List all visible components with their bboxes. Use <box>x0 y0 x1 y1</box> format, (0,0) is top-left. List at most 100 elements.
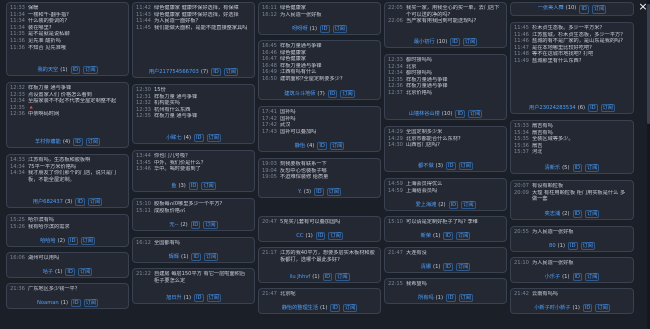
subscribe-tag[interactable]: 订阅 <box>591 5 607 14</box>
username-link[interactable]: Noaman <box>37 300 59 306</box>
id-tag[interactable]: ID <box>446 294 456 303</box>
subscribe-tag[interactable]: 订阅 <box>329 142 345 151</box>
username-link[interactable]: 最小初行 <box>414 39 435 45</box>
id-tag[interactable]: ID <box>188 182 199 191</box>
message-card[interactable]: 17:41 国补吗 17:42 国补吗 17:42 武汉 17:43 国补可以叠加吗 静… <box>258 106 381 152</box>
username-link[interactable]: 哈哈哈 <box>40 238 56 244</box>
subscribe-tag[interactable]: 订阅 <box>328 232 343 241</box>
subscribe-tag[interactable]: 订阅 <box>585 273 600 282</box>
message-card[interactable]: 11:42 绿色健康家 健康环保好选择，有保障 11:43 绿色健康家 健康环保好选… <box>132 2 255 78</box>
id-tag[interactable]: ID <box>322 273 333 282</box>
subscribe-tag[interactable]: 订阅 <box>467 110 483 119</box>
username-link[interactable]: Y. <box>298 189 302 195</box>
username-link[interactable]: liu Jhhvf <box>289 274 310 280</box>
message-card[interactable]: 21:17 江苏的我40平方，想要多层实木板材和胶板都打，选哪个最此多好? liu… <box>258 247 381 283</box>
id-tag[interactable]: ID <box>443 263 453 272</box>
id-tag[interactable]: ID <box>191 253 201 262</box>
id-tag[interactable]: ID <box>317 142 327 151</box>
message-card[interactable]: 14:29 全国定制多少米 14:29 北京市都能合什么东材? 14:30 山西省门店… <box>384 126 507 172</box>
message-card[interactable]: 20:55 为人民造一张好板 80 (1) ID 订阅 <box>510 226 634 252</box>
subscribe-tag[interactable]: 订阅 <box>580 242 595 251</box>
username-link[interactable]: 鱼 <box>171 183 176 189</box>
subscribe-tag[interactable]: 订阅 <box>83 299 99 308</box>
username-link[interactable]: 建筑斗斗地师 <box>284 91 315 97</box>
message-card[interactable]: 21:36 广东地区多少钱一平？ Noaman (1) ID 订阅 <box>6 283 129 309</box>
username-link[interactable]: 所有吗 <box>418 295 434 301</box>
id-tag[interactable]: ID <box>572 164 583 173</box>
subscribe-tag[interactable]: 订阅 <box>458 162 473 171</box>
message-card[interactable]: 11:33 保暖 11:34 一楼和千-翻手指? 11:34 什么装的要调的? 11:… <box>6 2 129 76</box>
id-tag[interactable]: ID <box>320 25 330 34</box>
subscribe-tag[interactable]: 订阅 <box>203 221 218 230</box>
username-link[interactable]: 我的天空 <box>37 67 58 73</box>
message-card[interactable]: 22:05 我买一家，用我全心的买一单，去门店下个可以送的净的吗? 22:06 当产… <box>384 2 507 48</box>
message-card[interactable]: 12:30 15份 12:31 样板力量 通与争锋 12:32 机构能买吗 12:33… <box>132 84 255 144</box>
subscribe-tag[interactable]: 订阅 <box>77 268 93 277</box>
id-tag[interactable]: ID <box>450 38 460 47</box>
username-link[interactable]: 用户682437 <box>33 199 63 205</box>
username-link[interactable]: 清新乐 <box>545 165 561 171</box>
message-card[interactable]: 一张美人舞 (10) ID 订阅 <box>510 2 634 16</box>
id-tag[interactable]: ID <box>455 110 465 119</box>
id-tag[interactable]: ID <box>71 299 81 308</box>
username-link[interactable]: 80 <box>549 243 556 249</box>
username-link[interactable]: 小新子时小新子 <box>534 305 570 311</box>
message-card[interactable]: 16:06 湖州可以用吗 咕子 (1) ID 订阅 <box>6 252 129 278</box>
message-card[interactable]: 20:47 5克买几套有可以叠加国吗 CC (1) ID 订阅 <box>258 216 381 242</box>
subscribe-tag[interactable]: 订阅 <box>80 237 95 246</box>
subscribe-tag[interactable]: 订阅 <box>326 188 342 197</box>
subscribe-tag[interactable]: 订阅 <box>206 294 221 303</box>
id-tag[interactable]: ID <box>75 198 85 207</box>
id-tag[interactable]: ID <box>315 232 326 241</box>
username-link[interactable]: 小乐子 <box>545 274 561 280</box>
message-card[interactable]: 14:59 上海会员得优么 14:59 上海给会员吗 爱上海滩 (2) ID 订阅 <box>384 178 507 211</box>
id-tag[interactable]: ID <box>572 210 583 219</box>
username-link[interactable]: 奕志浦 <box>545 211 561 217</box>
id-tag[interactable]: ID <box>579 5 589 14</box>
id-tag[interactable]: ID <box>194 294 204 303</box>
subscribe-tag[interactable]: 订阅 <box>83 66 98 75</box>
subscribe-tag[interactable]: 订阅 <box>85 138 101 147</box>
username-link[interactable]: 呀呀呀 <box>292 26 308 32</box>
message-card[interactable]: 21:47 北京呢 静怡的整理生活 (1) ID 订阅 <box>258 288 381 314</box>
id-tag[interactable]: ID <box>190 221 201 230</box>
subscribe-tag[interactable]: 订阅 <box>335 273 350 282</box>
username-link[interactable]: 新荣 <box>421 233 431 239</box>
id-tag[interactable]: ID <box>448 201 459 210</box>
subscribe-tag[interactable]: 订阅 <box>342 304 358 313</box>
message-card[interactable]: 15:10 胶板每㎡0哪里多少一个平方? 15:11 成胶板价格㎡ 无-- (2) ID… <box>132 198 255 231</box>
message-card[interactable]: 15:10 可以请是定制好柜子了吗? 李维 新荣 (1) ID 订阅 <box>384 216 507 242</box>
subscribe-tag[interactable]: 订阅 <box>206 134 221 143</box>
username-link[interactable]: 旭日升 <box>166 295 182 301</box>
subscribe-tag[interactable]: 订阅 <box>87 198 103 207</box>
username-link[interactable]: 一张美人舞 <box>538 5 564 14</box>
subscribe-tag[interactable]: 订阅 <box>340 90 355 99</box>
message-card[interactable]: 16:12 全国都有吗 辉辉 (1) ID 订阅 <box>132 237 255 263</box>
username-link[interactable]: CC <box>296 233 303 239</box>
username-link[interactable]: 静怡 <box>295 143 305 149</box>
username-link[interactable]: 用户217754566703 <box>149 69 199 75</box>
message-card[interactable]: 13:44 你也门几号吸？ 13:45 中外，我们价是什么？ 13:46 华中。喝时要… <box>132 150 255 192</box>
username-link[interactable]: 爱上海滩 <box>415 202 436 208</box>
message-card[interactable]: 22:15 我希望吗 所有吗 (1) ID 订阅 <box>384 278 507 304</box>
message-card[interactable]: 16:45 样板力量通与争锋 16:46 绿色健康家 16:47 绿色健康家 16:4… <box>258 40 381 100</box>
id-tag[interactable]: ID <box>582 304 593 313</box>
subscribe-tag[interactable]: 订阅 <box>595 304 610 313</box>
id-tag[interactable]: ID <box>568 242 578 251</box>
subscribe-tag[interactable]: 订阅 <box>458 294 473 303</box>
id-tag[interactable]: ID <box>70 66 81 75</box>
subscribe-tag[interactable]: 订阅 <box>203 253 219 262</box>
subscribe-tag[interactable]: 订阅 <box>462 38 478 47</box>
id-tag[interactable]: ID <box>211 68 221 77</box>
id-tag[interactable]: ID <box>327 90 338 99</box>
id-tag[interactable]: ID <box>446 162 456 171</box>
username-link[interactable]: 都不做 <box>418 163 434 169</box>
username-link[interactable]: 无-- <box>169 222 178 228</box>
id-tag[interactable]: ID <box>314 188 324 197</box>
subscribe-tag[interactable]: 订阅 <box>585 210 600 219</box>
message-card[interactable]: 15:25 哈尔滨有吗 15:26 我有哈尔滨的需求 哈哈哈 (2) ID 订阅 <box>6 214 129 247</box>
message-card[interactable]: 21:47 大连有没 清娜 (1) ID 订阅 <box>384 247 507 273</box>
subscribe-tag[interactable]: 订阅 <box>223 68 239 77</box>
message-card[interactable]: 21:10 为人民造一张好板 小乐子 (1) ID 订阅 <box>510 257 634 283</box>
subscribe-tag[interactable]: 订阅 <box>201 182 216 191</box>
